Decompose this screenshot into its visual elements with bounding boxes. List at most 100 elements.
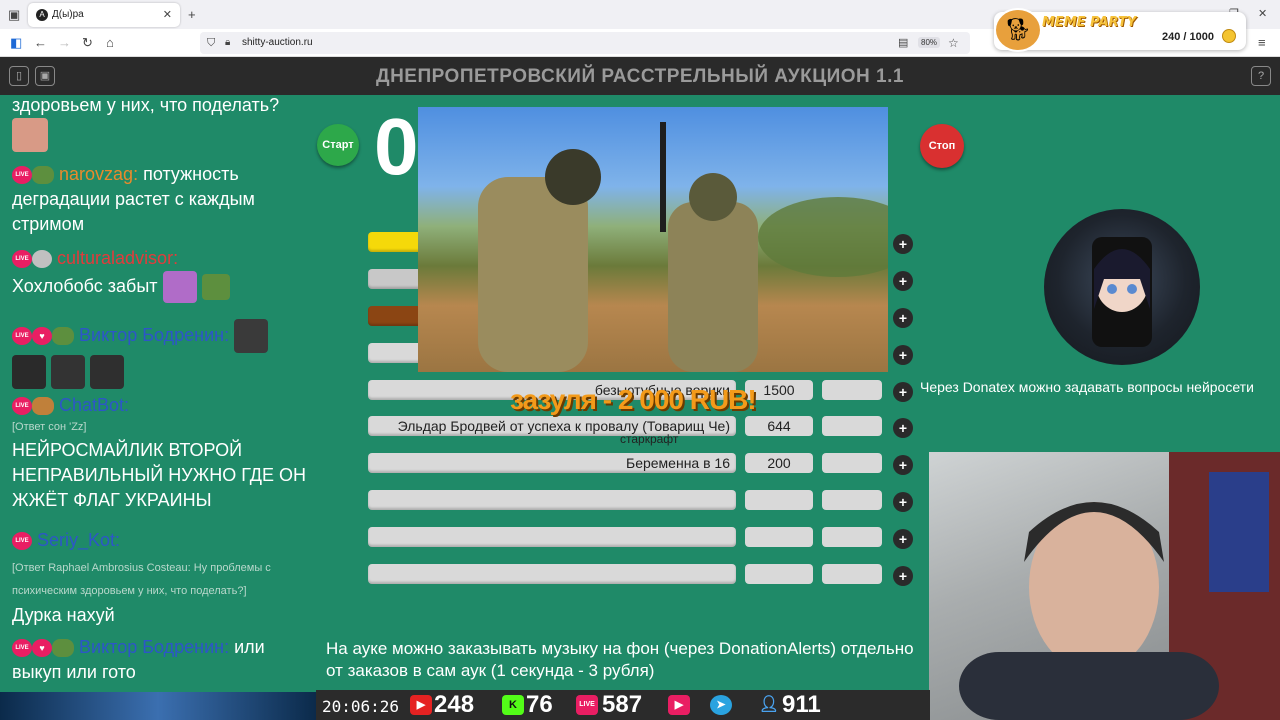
close-window-icon[interactable]: ✕: [1258, 6, 1267, 22]
live-badge-icon: LIVE: [12, 639, 32, 658]
lot-name-field[interactable]: Эльдар Бродвей от успеха к провалу (Това…: [368, 416, 736, 436]
chat-reply: [Ответ Raphael Ambrosius Costeau: Ну про…: [12, 562, 271, 597]
new-tab-icon[interactable]: +: [188, 7, 196, 23]
live-badge-icon: LIVE: [12, 250, 32, 269]
chat-username[interactable]: culturaladvisor:: [57, 248, 178, 268]
chat-username[interactable]: Виктор Бодренин:: [79, 637, 229, 657]
forward-icon[interactable]: →: [58, 35, 71, 51]
lot-name-field[interactable]: Беременна в 16: [368, 453, 736, 473]
menu-icon[interactable]: ≡: [1258, 35, 1266, 51]
zoom-level[interactable]: 80%: [918, 37, 941, 48]
chat-message: LIVE narovzag: потужность деградации рас…: [12, 162, 308, 237]
add-to-lot-button[interactable]: +: [893, 345, 913, 365]
back-icon[interactable]: ←: [34, 35, 47, 51]
live-badge-icon: LIVE: [12, 532, 32, 551]
chat-message: LIVE Seriy_Kot: [Ответ Raphael Ambrosius…: [12, 528, 308, 628]
lot-amount-field[interactable]: 644: [745, 416, 813, 436]
add-to-lot-button[interactable]: +: [893, 308, 913, 328]
telegram-icon: ➤: [710, 695, 732, 715]
lot-extra-field[interactable]: [822, 380, 882, 400]
face-emote-icon: [51, 355, 86, 389]
heart-badge-icon: ♥: [32, 639, 52, 658]
coin-icon: [1222, 29, 1236, 43]
anime-avatar: [1044, 209, 1200, 365]
tab-list-icon[interactable]: ▣: [8, 7, 20, 23]
browser-tab[interactable]: A Д(ы)ра ✕: [28, 3, 180, 27]
lot-extra-field[interactable]: [822, 490, 882, 510]
add-to-lot-button[interactable]: +: [893, 492, 913, 512]
soldiers-video: [418, 107, 888, 372]
close-tab-icon[interactable]: ✕: [163, 8, 172, 21]
lot-amount-field[interactable]: [745, 490, 813, 510]
chat-message: LIVE ♥ Виктор Бодренин:: [12, 319, 308, 389]
meme-party-brand: MEME PARTY: [1042, 15, 1137, 30]
chat-text: Хохлобобс забыт: [12, 275, 158, 296]
add-to-lot-button[interactable]: +: [893, 234, 913, 254]
add-to-lot-button[interactable]: +: [893, 382, 913, 402]
frog-badge-icon: [52, 327, 74, 345]
youtube-icon: ▶: [410, 695, 432, 715]
lot-extra-field[interactable]: [822, 527, 882, 547]
heart-badge-icon: ♥: [32, 327, 52, 345]
start-button[interactable]: Старт: [317, 124, 359, 166]
chat-message: LIVE ChatBot: [Ответ сон 'Zz] НЕЙРОСМАЙЛ…: [12, 393, 308, 513]
chat-message: здоровьем у них, что поделать?: [12, 95, 308, 152]
frog-badge-icon: [52, 639, 74, 658]
video-play-icon: ▶: [668, 695, 690, 715]
chat-text: Дурка нахуй: [12, 605, 115, 625]
lot-extra-field[interactable]: [822, 416, 882, 436]
chat-reply: [Ответ сон 'Zz]: [12, 421, 87, 433]
bookmark-star-icon[interactable]: ☆: [948, 35, 959, 51]
lot-amount-field[interactable]: 200: [745, 453, 813, 473]
add-to-lot-button[interactable]: +: [893, 566, 913, 586]
youtube-count: 248: [434, 691, 475, 718]
chat-username[interactable]: narovzag:: [59, 164, 138, 184]
chat-username[interactable]: ChatBot:: [59, 395, 129, 415]
url-text: shitty-auction.ru: [242, 37, 313, 48]
help-icon[interactable]: ?: [1251, 66, 1271, 86]
add-to-lot-button[interactable]: +: [893, 418, 913, 438]
page-title: ДНЕПРОПЕТРОВСКИЙ РАССТРЕЛЬНЫЙ АУКЦИОН 1.…: [376, 66, 904, 87]
lot-extra-field[interactable]: [822, 564, 882, 584]
lot-amount-field[interactable]: [745, 527, 813, 547]
lock-icon[interactable]: 🔒︎: [225, 35, 230, 51]
ticker-text: Через Donatex можно задавать вопросы ней…: [920, 379, 1254, 395]
lot-name-field[interactable]: [368, 564, 736, 584]
tab-title: Д(ы)ра: [52, 9, 84, 20]
add-to-lot-button[interactable]: +: [893, 455, 913, 475]
lot-amount-field[interactable]: [745, 564, 813, 584]
sidebar-icon[interactable]: ◧: [10, 35, 22, 51]
shield-icon[interactable]: ⛉: [207, 35, 215, 51]
face-emote-icon: [12, 118, 48, 152]
kick-count: 76: [526, 691, 553, 718]
live-badge-icon: LIVE: [12, 166, 32, 185]
lot-name-field[interactable]: [368, 490, 736, 510]
cap-badge-icon: [32, 250, 52, 269]
chat-panel: здоровьем у них, что поделать? LIVE naro…: [0, 95, 312, 695]
purple-emote-icon: [162, 271, 197, 303]
doge-logo-icon: 🐕︎: [994, 8, 1042, 52]
chat-username[interactable]: Seriy_Kot:: [37, 530, 120, 550]
site-header: ▯ ▣ ДНЕПРОПЕТРОВСКИЙ РАССТРЕЛЬНЫЙ АУКЦИО…: [0, 57, 1280, 95]
address-bar[interactable]: ⛉ 🔒︎ shitty-auction.ru ▤ 80% ☆: [200, 32, 970, 54]
vk-count: 587: [602, 691, 643, 718]
meme-party-score: 240 / 1000: [1162, 31, 1214, 43]
viewers-count: 911: [782, 691, 821, 718]
chat-username[interactable]: Виктор Бодренин:: [79, 325, 229, 345]
face-emote-icon: [12, 355, 46, 389]
reader-view-icon[interactable]: ▤: [898, 35, 908, 51]
auction-notes: На ауке можно заказывать музыку на фон (…: [326, 639, 914, 680]
reload-icon[interactable]: ↻: [82, 35, 93, 51]
frog-badge-icon: [32, 166, 54, 185]
meme-party-widget: 🐕︎ MEME PARTY 240 / 1000: [994, 8, 1246, 52]
lot-name-field[interactable]: [368, 527, 736, 547]
lot-extra-field[interactable]: [822, 453, 882, 473]
clock: 20:06:26: [322, 697, 400, 716]
stop-button[interactable]: Стоп: [920, 124, 964, 168]
face-emote-icon: [234, 319, 269, 353]
live-badge-icon: LIVE: [12, 327, 32, 345]
bottom-banner: [0, 692, 316, 720]
home-icon[interactable]: ⌂: [106, 35, 114, 51]
add-to-lot-button[interactable]: +: [893, 271, 913, 291]
add-to-lot-button[interactable]: +: [893, 529, 913, 549]
